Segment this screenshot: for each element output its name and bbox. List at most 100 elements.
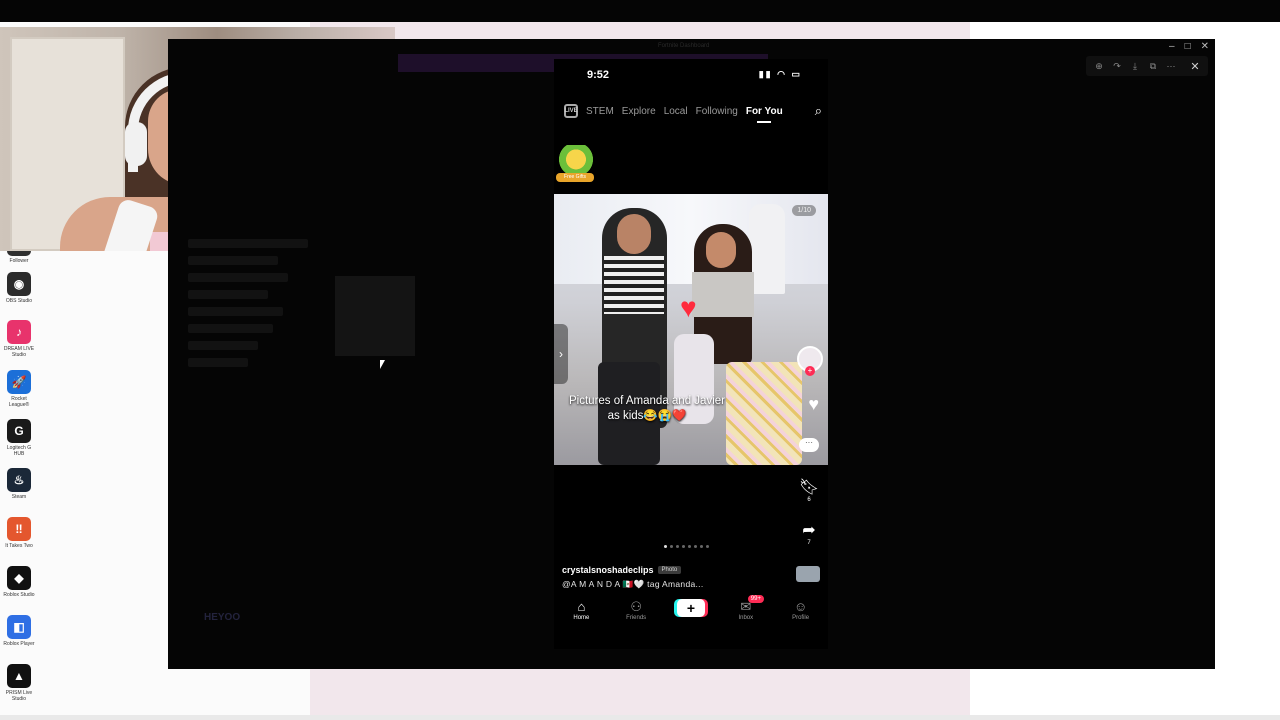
carousel-dot	[706, 545, 709, 548]
dimmed-thumbnail	[335, 276, 415, 356]
photo-girl-face	[706, 232, 736, 268]
minimize-icon[interactable]: –	[1169, 41, 1175, 52]
desktop-icon[interactable]: ◉ OBS Studio	[2, 272, 36, 304]
app-icon: ‼	[7, 517, 31, 541]
more-icon[interactable]: ⋯	[1164, 61, 1178, 72]
rotate-icon[interactable]: ↷	[1110, 61, 1124, 72]
desktop-icon-label: Logitech G HUB	[6, 445, 32, 457]
post-description[interactable]: @A M A N D A 🇲🇽🤍 tag Amanda...	[562, 579, 704, 590]
top-nav: LIVE STEM Explore Local Following For Yo…	[564, 101, 822, 123]
tab-following[interactable]: Following	[696, 106, 738, 117]
desktop-icon[interactable]: ‼ It Takes Two	[2, 517, 36, 549]
bookmark-count: 6	[807, 497, 811, 503]
faded-row	[188, 341, 258, 350]
chevron-right-icon[interactable]: ›	[554, 324, 568, 384]
share-icon[interactable]: ➦	[798, 522, 820, 540]
app-icon: G	[7, 419, 31, 443]
status-bar: 9:52 ▮▮ ◠ ▭	[554, 69, 828, 85]
heart-icon[interactable]: ♥	[808, 394, 819, 415]
desktop-icon[interactable]: ◧ Roblox Player	[2, 615, 36, 647]
tab-stem[interactable]: STEM	[586, 106, 614, 117]
faded-row	[188, 307, 283, 316]
bookmark-action[interactable]: 🔖︎ 6	[798, 479, 820, 503]
desktop-icon-label: Roblox Studio	[3, 592, 35, 598]
create-plus-icon[interactable]: +	[676, 599, 705, 617]
faded-row	[188, 239, 308, 248]
status-icons: ▮▮ ◠ ▭	[758, 69, 802, 79]
carousel-dot	[664, 545, 667, 548]
carousel-dot	[682, 545, 685, 548]
carousel-dots	[664, 545, 709, 548]
post-author: crystalsnoshadeclips Photo	[562, 565, 682, 575]
nav-home-label: Home	[573, 615, 590, 621]
desktop-icon-label: DREAM LIVE Studio	[3, 346, 35, 358]
search-icon[interactable]: ⌕	[815, 103, 822, 119]
app-icon: ♨	[7, 468, 31, 492]
photo-patterned-luggage	[726, 362, 802, 465]
desktop-icon-label: Roblox Player	[3, 641, 35, 647]
desktop-icon[interactable]: ▲ PRISM Live Studio	[2, 664, 36, 702]
faded-row	[188, 290, 268, 299]
nav-friends[interactable]: ⚇ Friends	[614, 599, 658, 621]
app-window: Fortnite Dashboard – □ ✕ ⊕ ↷ ⤓ ⧉ ⋯ ✕ HEY…	[168, 39, 1215, 669]
desktop-icon[interactable]: G Logitech G HUB	[2, 419, 36, 457]
tab-for-you[interactable]: For You	[746, 106, 783, 123]
faded-row	[188, 358, 248, 367]
window-title: Fortnite Dashboard	[658, 43, 710, 49]
photo-caption: Pictures of Amanda and Javier as kids😂😭❤…	[569, 395, 725, 422]
photo-wall	[554, 194, 828, 284]
maximize-icon[interactable]: □	[1185, 41, 1191, 52]
window-controls: – □ ✕	[1169, 41, 1209, 52]
heart-emoji-icon: ♥	[680, 292, 697, 323]
carousel-dot	[688, 545, 691, 548]
bottom-nav: ⌂ Home ⚇ Friends + ✉ Inbox 99+ ☺ Profile	[554, 595, 828, 629]
comment-icon[interactable]: ···	[799, 438, 819, 452]
tab-local[interactable]: Local	[664, 106, 688, 117]
nav-profile[interactable]: ☺ Profile	[779, 599, 823, 621]
live-icon[interactable]: LIVE	[564, 104, 578, 118]
top-black-bar	[0, 0, 1280, 22]
desktop-icon[interactable]: 🚀 Rocket League®	[2, 370, 36, 408]
desktop-icon[interactable]: ♨ Steam	[2, 468, 36, 500]
desktop-icon[interactable]: ♪ DREAM LIVE Studio	[2, 320, 36, 358]
close-icon[interactable]: ✕	[1201, 41, 1209, 52]
desktop-icon-label: It Takes Two	[5, 543, 33, 549]
music-disc-icon[interactable]	[796, 566, 820, 582]
headphone-cup-left	[125, 122, 147, 166]
desktop-icon-label: Rocket League®	[8, 396, 30, 408]
bookmark-icon[interactable]: 🔖︎	[798, 479, 820, 497]
gift-label[interactable]: Free Gifts	[556, 173, 594, 182]
phone-screenshot: 9:52 ▮▮ ◠ ▭ LIVE STEM Explore Local Foll…	[554, 59, 828, 649]
open-external-icon[interactable]: ⧉	[1146, 61, 1160, 72]
profile-icon: ☺	[793, 599, 808, 614]
desktop-icon[interactable]: ◆ Roblox Studio	[2, 566, 36, 598]
carousel-dot	[670, 545, 673, 548]
nav-inbox[interactable]: ✉ Inbox 99+	[724, 595, 768, 621]
nav-friends-label: Friends	[626, 615, 647, 621]
photo-kiosk	[749, 204, 785, 294]
zoom-in-icon[interactable]: ⊕	[1092, 61, 1106, 72]
post-photo[interactable]: ♥ 1/10 Pictures of Amanda and Javier as …	[554, 194, 828, 465]
username[interactable]: crystalsnoshadeclips	[562, 565, 654, 575]
carousel-dot	[700, 545, 703, 548]
photo-boy-face	[617, 214, 651, 254]
viewer-close-icon[interactable]: ✕	[1188, 60, 1202, 73]
follow-plus-icon[interactable]: +	[805, 366, 815, 376]
carousel-dot	[676, 545, 679, 548]
share-count: 7	[807, 540, 811, 546]
app-icon: ◆	[7, 566, 31, 590]
nav-home[interactable]: ⌂ Home	[559, 599, 603, 621]
friends-icon: ⚇	[630, 599, 643, 614]
photo-striped-shirt	[604, 256, 664, 314]
nav-profile-label: Profile	[792, 615, 810, 621]
share-action[interactable]: ➦ 7	[798, 522, 820, 546]
app-icon: 🚀	[7, 370, 31, 394]
carousel-dot	[694, 545, 697, 548]
status-time: 9:52	[587, 69, 610, 81]
nav-create[interactable]: +	[669, 599, 713, 617]
tab-explore[interactable]: Explore	[622, 106, 656, 117]
app-icon: ▲	[7, 664, 31, 688]
inbox-badge: 99+	[747, 595, 764, 603]
download-icon[interactable]: ⤓	[1128, 61, 1142, 72]
desktop-icon-label: Follower	[9, 258, 29, 264]
